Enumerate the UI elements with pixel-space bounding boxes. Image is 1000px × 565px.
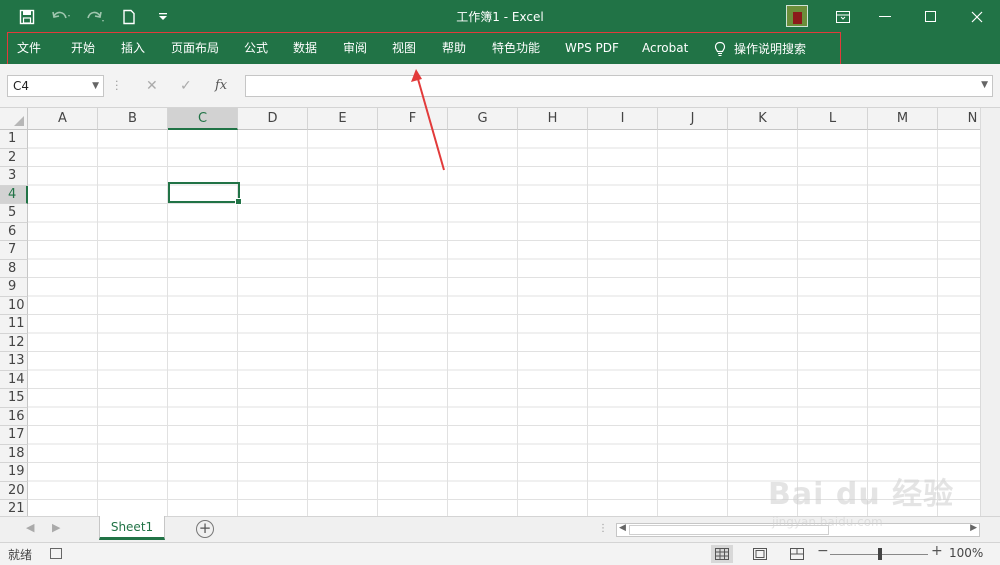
column-header[interactable]: G <box>448 108 518 130</box>
row-header[interactable]: 15 <box>0 389 28 408</box>
column-header[interactable]: J <box>658 108 728 130</box>
lightbulb-icon <box>714 41 726 56</box>
row-header[interactable]: 11 <box>0 315 28 334</box>
row-header[interactable]: 5 <box>0 204 28 223</box>
horizontal-scrollbar[interactable]: ◀ ▶ <box>616 523 980 537</box>
sheet-tab-sheet1[interactable]: Sheet1 <box>99 516 165 540</box>
column-header[interactable]: B <box>98 108 168 130</box>
row-header[interactable]: 9 <box>0 278 28 297</box>
row-header[interactable]: 2 <box>0 148 28 167</box>
tell-me-search[interactable]: 操作说明搜索 <box>714 34 806 64</box>
row-header[interactable]: 21 <box>0 500 28 516</box>
close-icon[interactable] <box>954 0 1000 34</box>
insert-function-button[interactable]: fx <box>215 75 227 97</box>
row-header[interactable]: 3 <box>0 167 28 186</box>
page-break-view-icon[interactable] <box>786 545 808 563</box>
tab-view[interactable]: 视图 <box>392 34 416 64</box>
formula-input[interactable]: ▼ <box>245 75 993 97</box>
column-header[interactable]: E <box>308 108 378 130</box>
minimize-icon[interactable] <box>862 0 908 34</box>
column-header[interactable]: H <box>518 108 588 130</box>
column-header[interactable]: M <box>868 108 938 130</box>
prev-sheet-icon[interactable]: ◀ <box>26 521 34 534</box>
tab-review[interactable]: 审阅 <box>343 34 367 64</box>
tab-home[interactable]: 开始 <box>71 34 95 64</box>
status-ready: 就绪 <box>8 548 33 562</box>
macro-record-icon[interactable] <box>50 548 62 559</box>
row-header-selected[interactable]: 4 <box>0 185 28 204</box>
chevron-down-icon[interactable]: ▼ <box>92 76 99 96</box>
ribbon-display-options-icon[interactable] <box>820 0 866 34</box>
row-header[interactable]: 8 <box>0 259 28 278</box>
normal-view-icon[interactable] <box>711 545 733 563</box>
cancel-icon[interactable]: ✕ <box>146 75 158 97</box>
tab-wps-pdf[interactable]: WPS PDF <box>565 34 619 64</box>
zoom-out-button[interactable]: − <box>817 543 829 559</box>
enter-icon[interactable]: ✓ <box>180 75 192 97</box>
scroll-left-icon[interactable]: ◀ <box>619 523 626 533</box>
row-header[interactable]: 6 <box>0 222 28 241</box>
row-header[interactable]: 1 <box>0 130 28 149</box>
tab-page-layout[interactable]: 页面布局 <box>171 34 219 64</box>
row-header[interactable]: 10 <box>0 296 28 315</box>
title-bar: 工作簿1 - Excel <box>0 0 1000 34</box>
scroll-right-icon[interactable]: ▶ <box>970 523 977 533</box>
tab-formulas[interactable]: 公式 <box>244 34 268 64</box>
column-header[interactable]: L <box>798 108 868 130</box>
split-handle-icon[interactable]: ⋮ <box>598 523 608 534</box>
formula-bar: C4 ▼ · · · ✕ ✓ fx ▼ <box>0 64 1000 108</box>
column-header-selected[interactable]: C <box>168 108 238 130</box>
worksheet-grid[interactable]: A B C D E F G H I J K L M N 1 2 3 4 5 6 … <box>0 108 1000 516</box>
row-header[interactable]: 17 <box>0 426 28 445</box>
name-box-value: C4 <box>13 79 30 93</box>
page-layout-view-icon[interactable] <box>749 545 771 563</box>
ribbon-tabs: 文件 开始 插入 页面布局 公式 数据 审阅 视图 帮助 特色功能 WPS PD… <box>0 34 1000 90</box>
row-header[interactable]: 7 <box>0 241 28 260</box>
next-sheet-icon[interactable]: ▶ <box>52 521 60 534</box>
row-header[interactable]: 18 <box>0 444 28 463</box>
tab-insert[interactable]: 插入 <box>121 34 145 64</box>
grip-icon: · · · <box>115 75 119 96</box>
active-cell[interactable] <box>168 182 242 205</box>
name-box[interactable]: C4 ▼ <box>7 75 104 97</box>
tab-special-features[interactable]: 特色功能 <box>492 34 540 64</box>
account-avatar[interactable] <box>786 5 808 27</box>
column-header[interactable]: K <box>728 108 798 130</box>
scroll-thumb[interactable] <box>629 525 829 535</box>
row-header[interactable]: 19 <box>0 463 28 482</box>
sheet-tab-bar: ◀ ▶ Sheet1 + ⋮ ◀ ▶ <box>0 516 1000 542</box>
tell-me-label: 操作说明搜索 <box>734 42 807 56</box>
zoom-level[interactable]: 100% <box>949 546 983 560</box>
zoom-in-button[interactable]: + <box>931 543 943 559</box>
vertical-scrollbar[interactable] <box>980 108 1000 516</box>
tab-file[interactable]: 文件 <box>17 34 41 64</box>
column-header[interactable]: D <box>238 108 308 130</box>
status-bar: 就绪 − + 100% <box>0 542 1000 565</box>
zoom-slider-thumb[interactable] <box>878 548 882 560</box>
maximize-icon[interactable] <box>908 0 954 34</box>
select-all-button[interactable] <box>0 108 28 130</box>
tab-help[interactable]: 帮助 <box>442 34 466 64</box>
row-header[interactable]: 20 <box>0 481 28 500</box>
tab-data[interactable]: 数据 <box>293 34 317 64</box>
row-header[interactable]: 13 <box>0 352 28 371</box>
row-header[interactable]: 12 <box>0 333 28 352</box>
column-header[interactable]: A <box>28 108 98 130</box>
row-header[interactable]: 14 <box>0 370 28 389</box>
fx-label: fx <box>215 78 228 93</box>
add-sheet-icon[interactable]: + <box>196 520 214 538</box>
expand-formula-icon[interactable]: ▼ <box>981 80 988 90</box>
column-header[interactable]: I <box>588 108 658 130</box>
tab-acrobat[interactable]: Acrobat <box>642 34 688 64</box>
column-header[interactable]: F <box>378 108 448 130</box>
row-header[interactable]: 16 <box>0 407 28 426</box>
